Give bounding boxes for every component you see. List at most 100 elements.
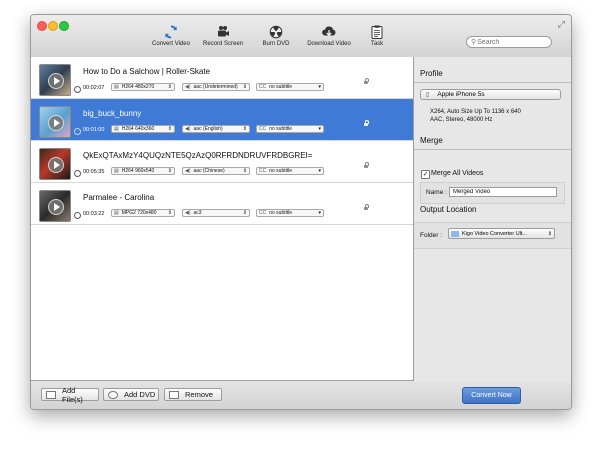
stepper-arrow-icon: ⇕ xyxy=(547,230,552,237)
video-row[interactable]: QkExQTAxMzY4QUQzNTE5QzAzQ0RFRDNDRUVFRDBG… xyxy=(31,141,413,183)
add-files-button[interactable]: Add File(s) xyxy=(41,385,99,404)
audio-track-select[interactable]: ◀) aac (Undetermined) ⇕ xyxy=(182,83,250,91)
stepper-arrow-icon: ⇕ xyxy=(167,126,172,132)
cloud-download-icon xyxy=(322,26,336,37)
subtitle-value: no subtitle xyxy=(269,126,293,132)
speaker-icon: ◀) xyxy=(185,210,191,216)
toolbar: ⤢ Convert Video Record Screen Burn DVD D… xyxy=(31,15,571,58)
play-icon[interactable] xyxy=(48,115,64,131)
merged-name-input[interactable] xyxy=(449,187,557,197)
play-icon[interactable] xyxy=(48,73,64,89)
video-thumbnail xyxy=(39,64,71,96)
profile-select-button[interactable]: ▯ Apple iPhone 5s xyxy=(420,89,561,100)
add-dvd-button[interactable]: Add DVD xyxy=(103,388,159,401)
clock-icon xyxy=(74,212,81,219)
merge-all-checkbox[interactable]: ✓ xyxy=(421,170,430,179)
video-title: QkExQTAxMzY4QUQzNTE5QzAzQ0RFRDNDRUVFRDBG… xyxy=(83,151,313,160)
video-title: big_buck_bunny xyxy=(83,109,142,118)
play-icon[interactable] xyxy=(48,199,64,215)
video-duration: 00:05:35 xyxy=(83,169,105,175)
record-screen-button[interactable]: Record Screen xyxy=(201,25,245,55)
video-camera-icon xyxy=(218,26,229,37)
download-video-button[interactable]: Download Video xyxy=(304,25,354,55)
profile-video-spec: X264, Auto Size Up To 1136 x 640 xyxy=(430,109,521,115)
video-duration: 00:01:00 xyxy=(83,127,105,133)
video-format-value: MPG2 720x480 xyxy=(121,210,157,216)
search-input[interactable] xyxy=(476,38,548,46)
play-icon[interactable] xyxy=(48,157,64,173)
window-close-button[interactable] xyxy=(37,21,47,31)
speaker-icon: ◀) xyxy=(185,84,191,90)
subtitle-value: no subtitle xyxy=(269,210,293,216)
video-title: Parmalee - Carolina xyxy=(83,193,155,202)
merge-heading: Merge xyxy=(420,136,443,145)
remove-label: Remove xyxy=(185,390,213,399)
task-button[interactable]: Task xyxy=(364,25,390,55)
video-row[interactable]: Parmalee - Carolina 00:03:22 ▤ MPG2 720x4… xyxy=(31,183,413,225)
stepper-arrow-icon: ⇕ xyxy=(167,84,172,90)
window-zoom-button[interactable] xyxy=(59,21,69,31)
video-list: How to Do a Salchow | Roller-Skate 00:02… xyxy=(31,57,414,381)
video-format-select[interactable]: ▤ H264 480x270 ⇕ xyxy=(111,83,175,91)
video-format-select[interactable]: ▤ MPG2 720x480 ⇕ xyxy=(111,209,175,217)
subtitle-select[interactable]: CC no subtitle ▾ xyxy=(256,125,324,133)
cc-icon: CC xyxy=(259,126,267,132)
cc-icon: CC xyxy=(259,84,267,90)
clock-icon xyxy=(74,86,81,93)
audio-track-select[interactable]: ◀) ac3 ⇕ xyxy=(182,209,250,217)
folder-select[interactable]: Kigo Video Converter Ult... ⇕ xyxy=(448,228,555,239)
output-location-heading: Output Location xyxy=(420,205,477,214)
audio-track-value: aac (Chinese) xyxy=(193,168,225,174)
film-icon: ▤ xyxy=(114,84,119,90)
speaker-icon: ◀) xyxy=(185,168,191,174)
remove-button[interactable]: Remove xyxy=(164,388,222,401)
refresh-icon xyxy=(165,25,177,39)
stepper-arrow-icon: ⇕ xyxy=(167,210,172,216)
add-file-icon xyxy=(46,390,56,399)
convert-video-button[interactable]: Convert Video xyxy=(149,25,193,55)
dropdown-arrow-icon: ▾ xyxy=(318,126,321,132)
folder-group: Folder : Kigo Video Converter Ult... ⇕ xyxy=(414,222,571,249)
lock-icon[interactable] xyxy=(364,120,369,126)
merge-all-label: Merge All Videos xyxy=(431,170,484,177)
burn-dvd-label: Burn DVD xyxy=(262,41,290,47)
audio-track-select[interactable]: ◀) aac (English) ⇕ xyxy=(182,125,250,133)
subtitle-select[interactable]: CC no subtitle ▾ xyxy=(256,167,324,175)
video-format-value: H264 640x360 xyxy=(121,126,155,132)
film-icon: ▤ xyxy=(114,126,119,132)
folder-value: Kigo Video Converter Ult... xyxy=(462,230,528,237)
film-icon: ▤ xyxy=(114,168,119,174)
add-files-label: Add File(s) xyxy=(61,385,83,404)
video-row[interactable]: How to Do a Salchow | Roller-Skate 00:02… xyxy=(31,57,413,99)
video-format-value: H264 960x540 xyxy=(121,168,155,174)
lock-icon[interactable] xyxy=(364,204,369,210)
subtitle-select[interactable]: CC no subtitle ▾ xyxy=(256,83,324,91)
video-row-selected[interactable]: big_buck_bunny 00:01:00 ▤ H264 640x360 ⇕ ◀… xyxy=(31,99,413,141)
burn-dvd-button[interactable]: Burn DVD xyxy=(256,25,296,55)
video-format-select[interactable]: ▤ H264 640x360 ⇕ xyxy=(111,125,175,133)
video-format-select[interactable]: ▤ H264 960x540 ⇕ xyxy=(111,167,175,175)
subtitle-value: no subtitle xyxy=(269,84,293,90)
remove-icon xyxy=(169,390,179,399)
video-format-value: H264 480x270 xyxy=(121,84,155,90)
radiation-icon xyxy=(269,25,283,39)
lock-icon[interactable] xyxy=(364,78,369,84)
fullscreen-icon[interactable]: ⤢ xyxy=(558,19,565,30)
audio-track-select[interactable]: ◀) aac (Chinese) ⇕ xyxy=(182,167,250,175)
window-minimize-button[interactable] xyxy=(48,21,58,31)
search-field[interactable]: ⚲ xyxy=(466,36,552,48)
convert-now-label: Convert Now xyxy=(471,392,512,399)
convert-now-button[interactable]: Convert Now xyxy=(462,387,521,404)
clipboard-icon xyxy=(371,25,383,39)
audio-track-value: aac (English) xyxy=(193,126,223,132)
app-window: ⤢ Convert Video Record Screen Burn DVD D… xyxy=(30,14,572,410)
stepper-arrow-icon: ⇕ xyxy=(167,168,172,174)
video-duration: 00:03:22 xyxy=(83,211,105,217)
clock-icon xyxy=(74,128,81,135)
add-dvd-label: Add DVD xyxy=(124,390,156,399)
subtitle-select[interactable]: CC no subtitle ▾ xyxy=(256,209,324,217)
stepper-arrow-icon: ⇕ xyxy=(242,168,247,174)
settings-panel: Profile ▯ Apple iPhone 5s X264, Auto Siz… xyxy=(414,57,571,380)
divider xyxy=(414,149,571,150)
lock-icon[interactable] xyxy=(364,162,369,168)
